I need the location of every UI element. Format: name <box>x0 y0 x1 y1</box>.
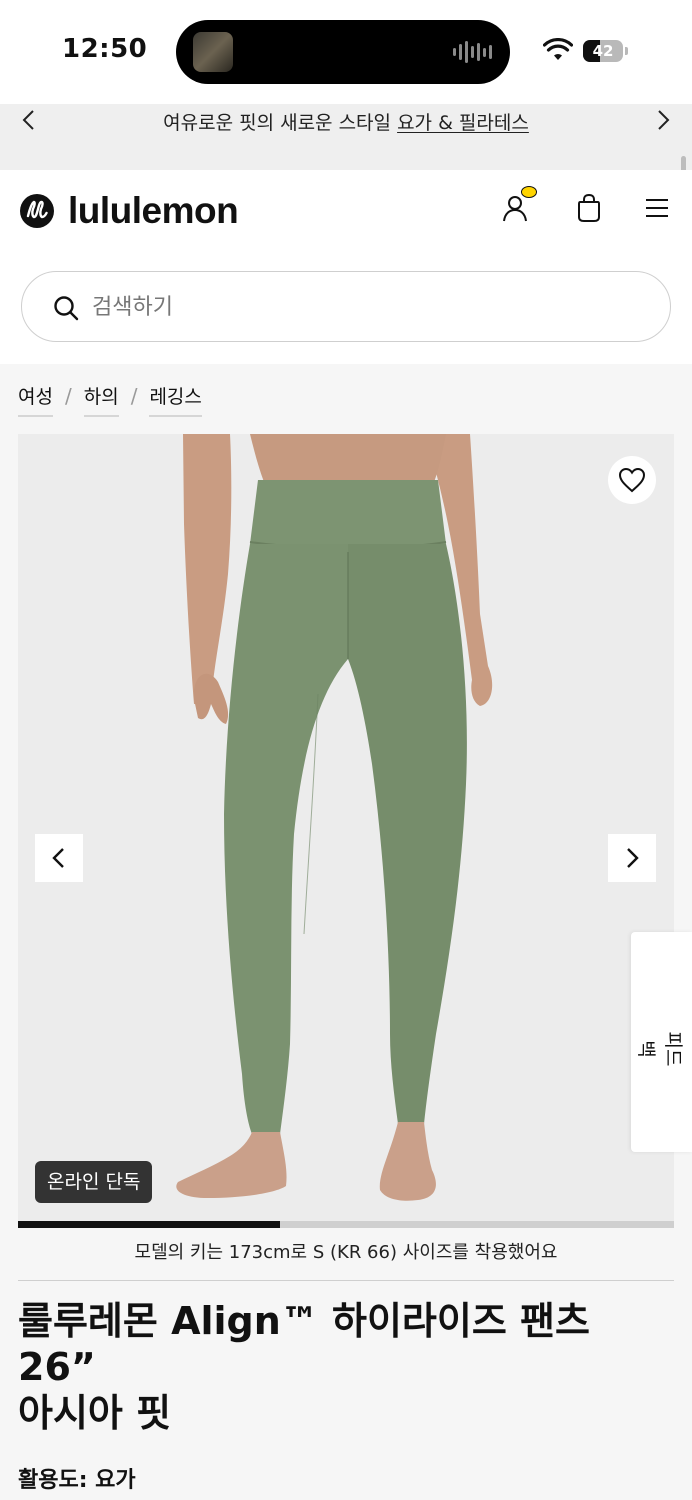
gallery-next-button[interactable] <box>608 834 656 882</box>
online-exclusive-badge: 온라인 단독 <box>35 1161 153 1203</box>
breadcrumb-separator: / <box>64 383 72 408</box>
promo-link[interactable]: 요가 & 필라테스 <box>397 112 529 134</box>
battery-icon: 42 <box>583 40 629 62</box>
notification-dot-icon <box>521 186 537 198</box>
brand-wordmark: lululemon <box>68 190 239 231</box>
account-button[interactable] <box>501 186 537 224</box>
product-activity: 활용도: 요가 <box>18 1468 136 1493</box>
promo-text: 여유로운 핏의 새로운 스타일 요가 & 필라테스 <box>0 108 692 135</box>
dynamic-island[interactable] <box>176 20 510 84</box>
brand-logo[interactable]: lululemon <box>20 190 239 232</box>
clock: 12:50 <box>62 34 148 64</box>
chevron-left-icon <box>52 848 64 868</box>
feedback-tab[interactable]: 피드백 <box>631 932 692 1152</box>
search-icon <box>54 296 79 321</box>
gallery-progress-bar <box>18 1221 674 1228</box>
chevron-right-icon[interactable] <box>650 108 674 132</box>
audio-waveform-icon <box>453 40 492 64</box>
product-title: 룰루레몬 Align™ 하이라이즈 팬츠 26” 아시아 핏 <box>18 1298 658 1436</box>
breadcrumb: 여성 / 하의 / 레깅스 <box>18 382 202 417</box>
breadcrumb-bottoms[interactable]: 하의 <box>83 382 119 417</box>
gallery-prev-button[interactable] <box>35 834 83 882</box>
search-bar[interactable] <box>21 271 671 342</box>
heart-icon <box>618 467 646 493</box>
search-input[interactable] <box>92 286 632 328</box>
wifi-icon <box>543 38 573 60</box>
site-header: lululemon <box>0 170 692 364</box>
feedback-label: 피드백 <box>635 1031 684 1067</box>
promo-message: 여유로운 핏의 새로운 스타일 <box>163 112 392 134</box>
battery-percentage: 42 <box>592 42 614 60</box>
now-playing-thumbnail <box>193 32 233 72</box>
product-photo <box>18 434 674 1222</box>
shopping-bag-icon[interactable] <box>573 192 605 224</box>
model-size-info: 모델의 키는 173cm로 S (KR 66) 사이즈를 착용했어요 <box>134 1242 558 1263</box>
wishlist-button[interactable] <box>608 456 656 504</box>
chevron-right-icon <box>627 848 639 868</box>
lululemon-logo-icon <box>20 194 54 228</box>
product-image-gallery[interactable]: 온라인 단독 <box>18 434 674 1222</box>
product-title-line3: 아시아 핏 <box>18 1391 172 1435</box>
product-title-line2: 26” <box>18 1345 96 1389</box>
gallery-progress-fill <box>18 1221 281 1228</box>
promo-banner: 여유로운 핏의 새로운 스타일 요가 & 필라테스 <box>0 104 692 170</box>
hamburger-menu-icon[interactable] <box>641 192 673 224</box>
breadcrumb-leggings[interactable]: 레깅스 <box>149 382 202 417</box>
status-bar: 12:50 42 <box>0 0 692 104</box>
product-title-line1: 룰루레몬 Align™ 하이라이즈 팬츠 <box>18 1299 590 1343</box>
divider <box>18 1280 674 1281</box>
breadcrumb-women[interactable]: 여성 <box>18 382 53 417</box>
breadcrumb-separator: / <box>130 383 138 408</box>
